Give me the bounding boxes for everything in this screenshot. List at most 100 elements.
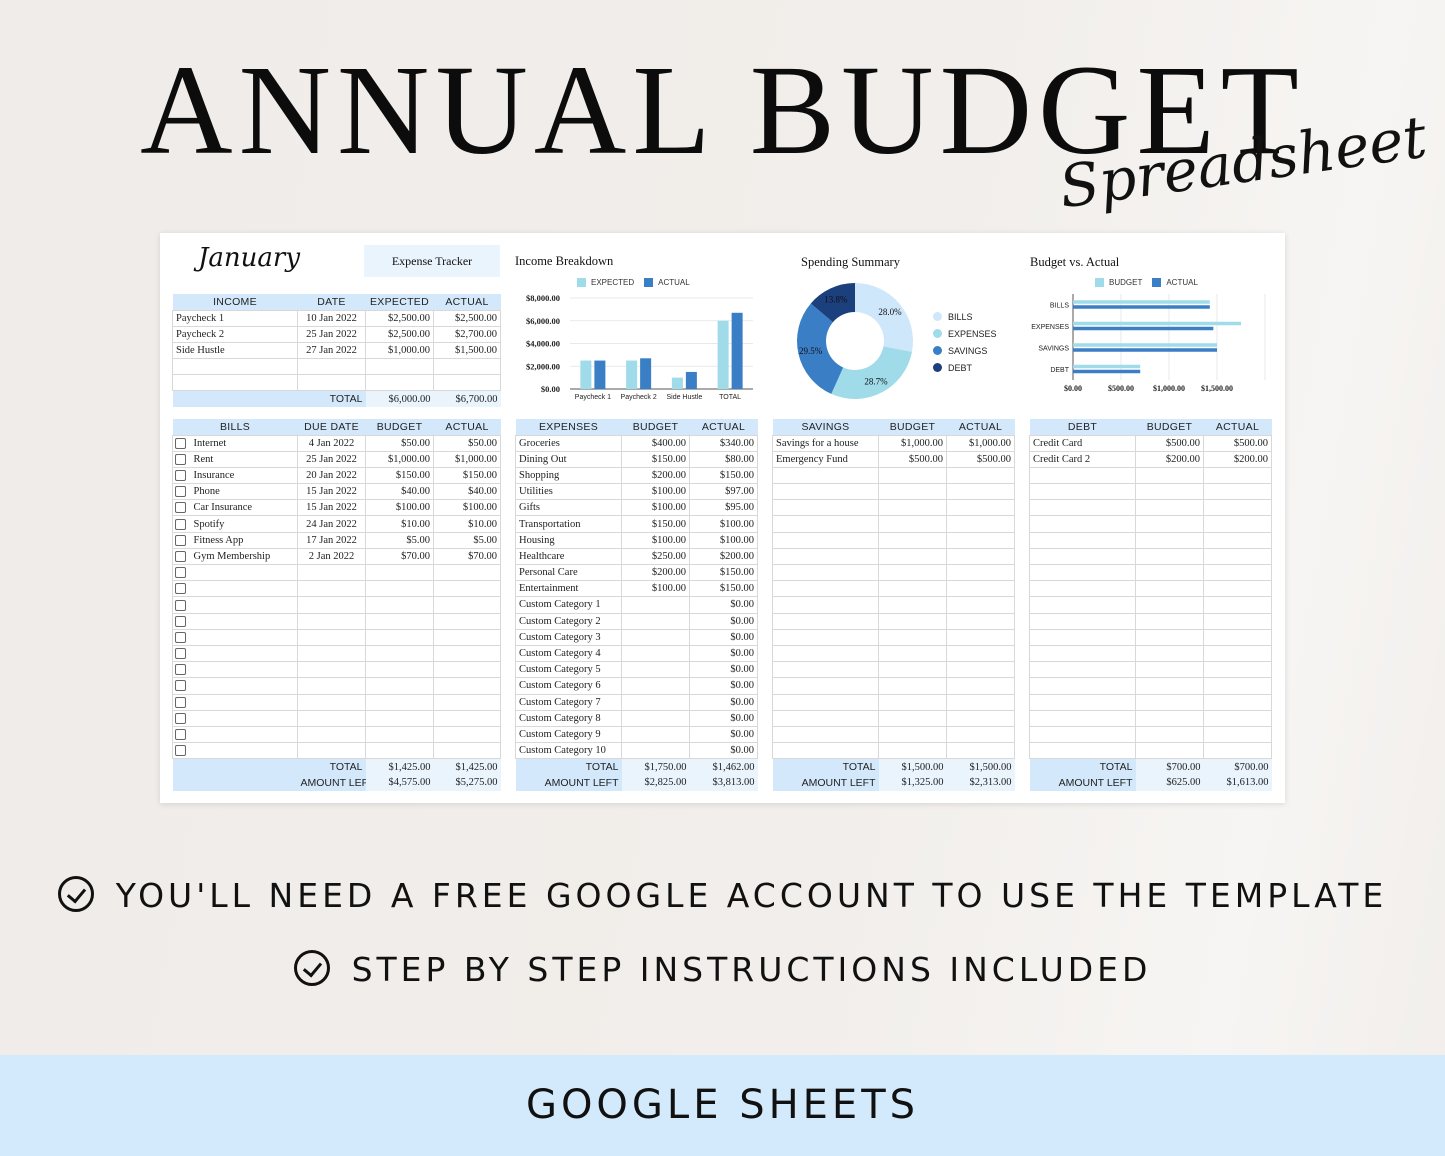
table-cell[interactable]: Custom Category 3 bbox=[515, 628, 622, 646]
paid-checkbox[interactable] bbox=[175, 696, 186, 708]
table-cell[interactable] bbox=[1203, 709, 1272, 727]
table-cell[interactable]: $40.00 bbox=[433, 483, 502, 501]
table-cell[interactable]: $0.00 bbox=[689, 709, 758, 727]
table-cell[interactable] bbox=[190, 725, 299, 744]
table-cell[interactable] bbox=[1135, 563, 1204, 582]
table-cell[interactable] bbox=[1029, 677, 1136, 695]
checkbox-cell[interactable] bbox=[172, 644, 191, 663]
table-cell[interactable] bbox=[772, 677, 879, 695]
table-cell[interactable]: $100.00 bbox=[621, 531, 690, 549]
table-cell[interactable] bbox=[1135, 661, 1204, 679]
table-cell[interactable]: $1,000.00 bbox=[365, 450, 435, 468]
table-cell[interactable] bbox=[772, 725, 879, 744]
table-cell[interactable]: $150.00 bbox=[365, 466, 435, 485]
table-cell[interactable]: Gifts bbox=[515, 499, 622, 517]
paid-checkbox[interactable] bbox=[175, 550, 186, 562]
table-cell[interactable]: $5.00 bbox=[365, 531, 435, 549]
table-cell[interactable] bbox=[878, 499, 947, 517]
table-cell[interactable]: 25 Jan 2022 bbox=[297, 325, 366, 343]
table-cell[interactable]: $0.00 bbox=[689, 677, 758, 695]
table-cell[interactable] bbox=[772, 499, 879, 517]
table-cell[interactable] bbox=[1135, 547, 1204, 566]
checkbox-cell[interactable] bbox=[172, 693, 191, 711]
table-cell[interactable]: $150.00 bbox=[689, 580, 758, 598]
paid-checkbox[interactable] bbox=[175, 567, 186, 579]
table-cell[interactable]: $200.00 bbox=[621, 466, 690, 485]
table-cell[interactable] bbox=[1203, 661, 1272, 679]
checkbox-cell[interactable] bbox=[172, 628, 191, 646]
table-cell[interactable] bbox=[878, 661, 947, 679]
checkbox-cell[interactable] bbox=[172, 483, 191, 501]
table-cell[interactable] bbox=[297, 580, 367, 598]
table-cell[interactable] bbox=[621, 644, 690, 663]
table-cell[interactable] bbox=[297, 677, 367, 695]
table-cell[interactable]: 20 Jan 2022 bbox=[297, 466, 367, 485]
table-cell[interactable]: $400.00 bbox=[621, 434, 690, 452]
table-cell[interactable]: 25 Jan 2022 bbox=[297, 450, 367, 468]
table-cell[interactable] bbox=[365, 596, 435, 614]
table-cell[interactable]: Custom Category 6 bbox=[515, 677, 622, 695]
table-cell[interactable]: $0.00 bbox=[689, 693, 758, 711]
table-cell[interactable]: Car Insurance bbox=[190, 499, 299, 517]
table-cell[interactable] bbox=[878, 742, 947, 760]
table-cell[interactable] bbox=[1203, 531, 1272, 549]
table-cell[interactable]: Custom Category 9 bbox=[515, 725, 622, 744]
table-cell[interactable] bbox=[772, 596, 879, 614]
table-cell[interactable] bbox=[190, 709, 299, 727]
table-cell[interactable]: $1,000.00 bbox=[946, 434, 1015, 452]
table-cell[interactable] bbox=[433, 693, 502, 711]
table-cell[interactable]: $0.00 bbox=[689, 644, 758, 663]
table-cell[interactable] bbox=[621, 725, 690, 744]
table-cell[interactable] bbox=[946, 499, 1015, 517]
paid-checkbox[interactable] bbox=[175, 664, 186, 676]
table-cell[interactable] bbox=[297, 661, 367, 679]
table-cell[interactable] bbox=[1203, 547, 1272, 566]
table-cell[interactable] bbox=[297, 693, 367, 711]
table-cell[interactable] bbox=[365, 677, 435, 695]
table-cell[interactable] bbox=[1203, 693, 1272, 711]
paid-checkbox[interactable] bbox=[175, 518, 186, 530]
checkbox-cell[interactable] bbox=[172, 434, 191, 452]
table-cell[interactable] bbox=[190, 677, 299, 695]
table-cell[interactable] bbox=[878, 709, 947, 727]
table-cell[interactable] bbox=[297, 596, 367, 614]
checkbox-cell[interactable] bbox=[172, 580, 191, 598]
table-cell[interactable]: $150.00 bbox=[689, 563, 758, 582]
table-cell[interactable]: $0.00 bbox=[689, 725, 758, 744]
paid-checkbox[interactable] bbox=[175, 729, 186, 741]
table-cell[interactable] bbox=[946, 742, 1015, 760]
table-cell[interactable]: $100.00 bbox=[689, 531, 758, 549]
table-cell[interactable] bbox=[1203, 563, 1272, 582]
table-cell[interactable] bbox=[772, 466, 879, 485]
table-cell[interactable] bbox=[1135, 628, 1204, 646]
table-cell[interactable] bbox=[365, 628, 435, 646]
table-cell[interactable]: $100.00 bbox=[365, 499, 435, 517]
paid-checkbox[interactable] bbox=[175, 453, 186, 465]
table-cell[interactable] bbox=[946, 612, 1015, 630]
table-cell[interactable] bbox=[772, 644, 879, 663]
table-cell[interactable] bbox=[1029, 709, 1136, 727]
table-cell[interactable] bbox=[772, 612, 879, 630]
table-cell[interactable] bbox=[433, 742, 502, 760]
table-cell[interactable] bbox=[365, 374, 434, 392]
checkbox-cell[interactable] bbox=[172, 596, 191, 614]
table-cell[interactable] bbox=[1029, 483, 1136, 501]
table-cell[interactable] bbox=[172, 374, 298, 392]
checkbox-cell[interactable] bbox=[172, 450, 191, 468]
table-cell[interactable]: $100.00 bbox=[689, 515, 758, 533]
table-cell[interactable]: $500.00 bbox=[1135, 434, 1204, 452]
table-cell[interactable] bbox=[1029, 499, 1136, 517]
table-cell[interactable] bbox=[1203, 612, 1272, 630]
table-cell[interactable]: $70.00 bbox=[433, 547, 502, 566]
table-cell[interactable] bbox=[1135, 531, 1204, 549]
checkbox-cell[interactable] bbox=[172, 515, 191, 533]
table-cell[interactable] bbox=[365, 580, 435, 598]
table-cell[interactable] bbox=[946, 644, 1015, 663]
table-cell[interactable]: Phone bbox=[190, 483, 299, 501]
table-cell[interactable] bbox=[946, 515, 1015, 533]
table-cell[interactable] bbox=[772, 580, 879, 598]
table-cell[interactable] bbox=[297, 563, 367, 582]
table-cell[interactable] bbox=[946, 547, 1015, 566]
table-cell[interactable]: $1,000.00 bbox=[365, 341, 434, 360]
table-cell[interactable] bbox=[946, 466, 1015, 485]
